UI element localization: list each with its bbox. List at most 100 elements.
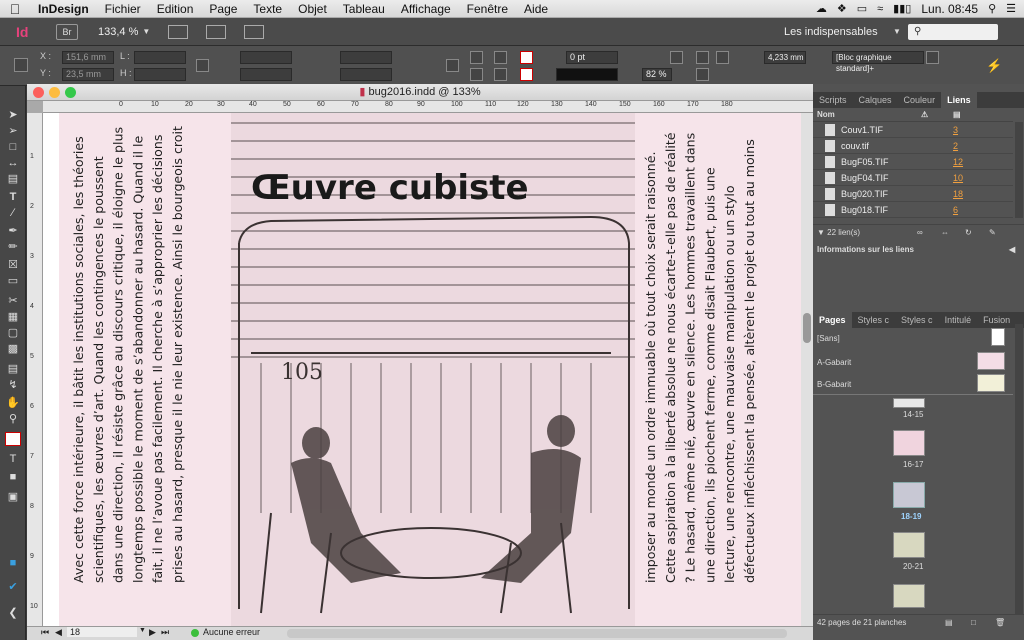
battery-icon[interactable]: ▮▮▯: [893, 2, 911, 15]
scissors-tool-icon[interactable]: ✂: [5, 294, 21, 308]
pages-divider[interactable]: [813, 394, 1013, 395]
list-item[interactable]: Bug020.TIF 18: [813, 186, 1013, 202]
edit-original-icon[interactable]: ✎: [989, 225, 996, 241]
height-field[interactable]: [134, 68, 186, 81]
flip-horizontal-icon[interactable]: [470, 51, 483, 64]
menu-fichier[interactable]: Fichier: [97, 2, 149, 16]
master-thumbnail[interactable]: [991, 328, 1005, 346]
tab-styles-paragraphe[interactable]: Styles c: [895, 312, 939, 328]
shear-field[interactable]: [340, 68, 392, 81]
selection-tool-icon[interactable]: ➤: [5, 108, 21, 122]
y-field[interactable]: 23,5 mm: [62, 68, 114, 81]
page-tool-icon[interactable]: □: [5, 140, 21, 154]
constrain-proportions-icon[interactable]: [196, 59, 209, 72]
stroke-none-icon[interactable]: [520, 68, 533, 81]
free-transform-tool-icon[interactable]: ▦: [5, 310, 21, 324]
next-page-icon[interactable]: ▶: [149, 627, 156, 638]
fill-none-icon[interactable]: [520, 51, 533, 64]
vertical-scrollbar[interactable]: [801, 113, 813, 626]
opacity-field[interactable]: 82 %: [642, 68, 672, 81]
menu-app[interactable]: InDesign: [30, 2, 97, 16]
horizontal-scrollbar[interactable]: [287, 629, 787, 638]
back-icon[interactable]: ❮: [5, 606, 21, 620]
style-options-icon[interactable]: [926, 51, 939, 64]
gap-tool-icon[interactable]: ↔: [5, 156, 21, 170]
notifications-icon[interactable]: ☰: [1006, 2, 1016, 15]
airplay-icon[interactable]: ▭: [857, 2, 867, 15]
hand-tool-icon[interactable]: ✋: [5, 396, 21, 410]
first-page-icon[interactable]: ⏮: [41, 627, 49, 638]
tab-couleur[interactable]: Couleur: [898, 92, 942, 108]
zoom-dropdown-icon[interactable]: ▼: [142, 27, 150, 36]
right-page[interactable]: imposer au monde un ordre immuable où to…: [635, 113, 801, 626]
rectangle-frame-tool-icon[interactable]: ☒: [5, 258, 21, 272]
maximize-button[interactable]: [65, 87, 76, 98]
arrange-documents-icon[interactable]: [244, 24, 265, 39]
page-column-icon[interactable]: ▤: [953, 108, 961, 122]
warning-column-icon[interactable]: ⚠: [921, 108, 928, 122]
spotlight-icon[interactable]: ⚲: [988, 2, 996, 15]
gradient-feather-tool-icon[interactable]: ▩: [5, 342, 21, 356]
extensions-icon[interactable]: ❖: [837, 2, 847, 15]
pencil-tool-icon[interactable]: ✏: [5, 240, 21, 254]
eyedropper-tool-icon[interactable]: ↯: [5, 378, 21, 392]
link-page[interactable]: 2: [953, 141, 958, 151]
scroll-thumb[interactable]: [803, 313, 811, 343]
left-page[interactable]: Avec cette force intérieure, il bâtit le…: [59, 113, 231, 626]
menu-page[interactable]: Page: [201, 2, 245, 16]
vertical-ruler[interactable]: 1 2 3 4 5 6 7 8 9 10: [27, 113, 43, 626]
search-input[interactable]: ⚲: [908, 24, 998, 40]
gradient-swatch-tool-icon[interactable]: ▢: [5, 326, 21, 340]
select-content-icon[interactable]: [494, 68, 507, 81]
menu-affichage[interactable]: Affichage: [393, 2, 459, 16]
collapse-icon[interactable]: ◀: [1009, 242, 1015, 258]
width-field[interactable]: [134, 51, 186, 64]
rotation-field[interactable]: [340, 51, 392, 64]
relink-cc-icon[interactable]: ∞: [917, 225, 923, 241]
stroke-weight-field[interactable]: 0 pt: [566, 51, 618, 64]
master-thumbnail[interactable]: [977, 352, 1005, 370]
menu-objet[interactable]: Objet: [290, 2, 335, 16]
list-item[interactable]: BugF04.TIF 10: [813, 170, 1013, 186]
link-info-title[interactable]: Informations sur les liens: [817, 245, 914, 254]
transform-p-icon[interactable]: [446, 59, 459, 72]
scale-x-field[interactable]: [240, 51, 292, 64]
menu-fenetre[interactable]: Fenêtre: [459, 2, 516, 16]
object-style-field[interactable]: [Bloc graphique standard]+: [832, 51, 924, 73]
spread-thumbnail[interactable]: [893, 398, 925, 408]
page-size-icon[interactable]: ▤: [945, 615, 953, 631]
menu-tableau[interactable]: Tableau: [335, 2, 393, 16]
quick-apply-icon[interactable]: ⚡: [986, 58, 1002, 74]
master-a[interactable]: A-Gabarit: [817, 358, 851, 367]
tab-scripts[interactable]: Scripts: [813, 92, 853, 108]
wifi-icon[interactable]: ≈: [877, 3, 883, 15]
minimize-button[interactable]: [49, 87, 60, 98]
screen-mode-tool-icon[interactable]: ▣: [5, 490, 21, 504]
clock[interactable]: Lun. 08:45: [921, 2, 978, 16]
links-header-name[interactable]: Nom: [817, 110, 835, 119]
pasteboard[interactable]: Avec cette force intérieure, il bâtit le…: [43, 113, 801, 626]
content-collector-icon[interactable]: ▤: [5, 172, 21, 186]
cc-libraries-icon[interactable]: ■: [5, 556, 21, 570]
apple-icon[interactable]: : [0, 1, 30, 17]
view-options-icon[interactable]: [168, 24, 189, 39]
goto-link-icon[interactable]: ⇔: [941, 225, 949, 241]
screen-mode-icon[interactable]: [206, 24, 227, 39]
note-tool-icon[interactable]: ▤: [5, 362, 21, 376]
fit-frame-icon[interactable]: [716, 51, 729, 64]
menu-texte[interactable]: Texte: [245, 2, 290, 16]
flip-vertical-icon[interactable]: [470, 68, 483, 81]
link-page[interactable]: 10: [953, 173, 963, 183]
direct-selection-tool-icon[interactable]: ➢: [5, 124, 21, 138]
bridge-button[interactable]: Br: [56, 23, 78, 40]
fill-stroke-icon[interactable]: [5, 432, 21, 446]
line-tool-icon[interactable]: ∕: [5, 206, 21, 220]
prev-page-icon[interactable]: ◀: [55, 627, 62, 638]
preflight-status[interactable]: Aucune erreur: [203, 627, 260, 637]
pen-tool-icon[interactable]: ✒: [5, 224, 21, 238]
list-item[interactable]: Couv1.TIF 3: [813, 122, 1013, 138]
select-container-icon[interactable]: [494, 51, 507, 64]
list-item[interactable]: BugF05.TIF 12: [813, 154, 1013, 170]
close-button[interactable]: [33, 87, 44, 98]
relink-icon[interactable]: ↻: [965, 225, 972, 241]
